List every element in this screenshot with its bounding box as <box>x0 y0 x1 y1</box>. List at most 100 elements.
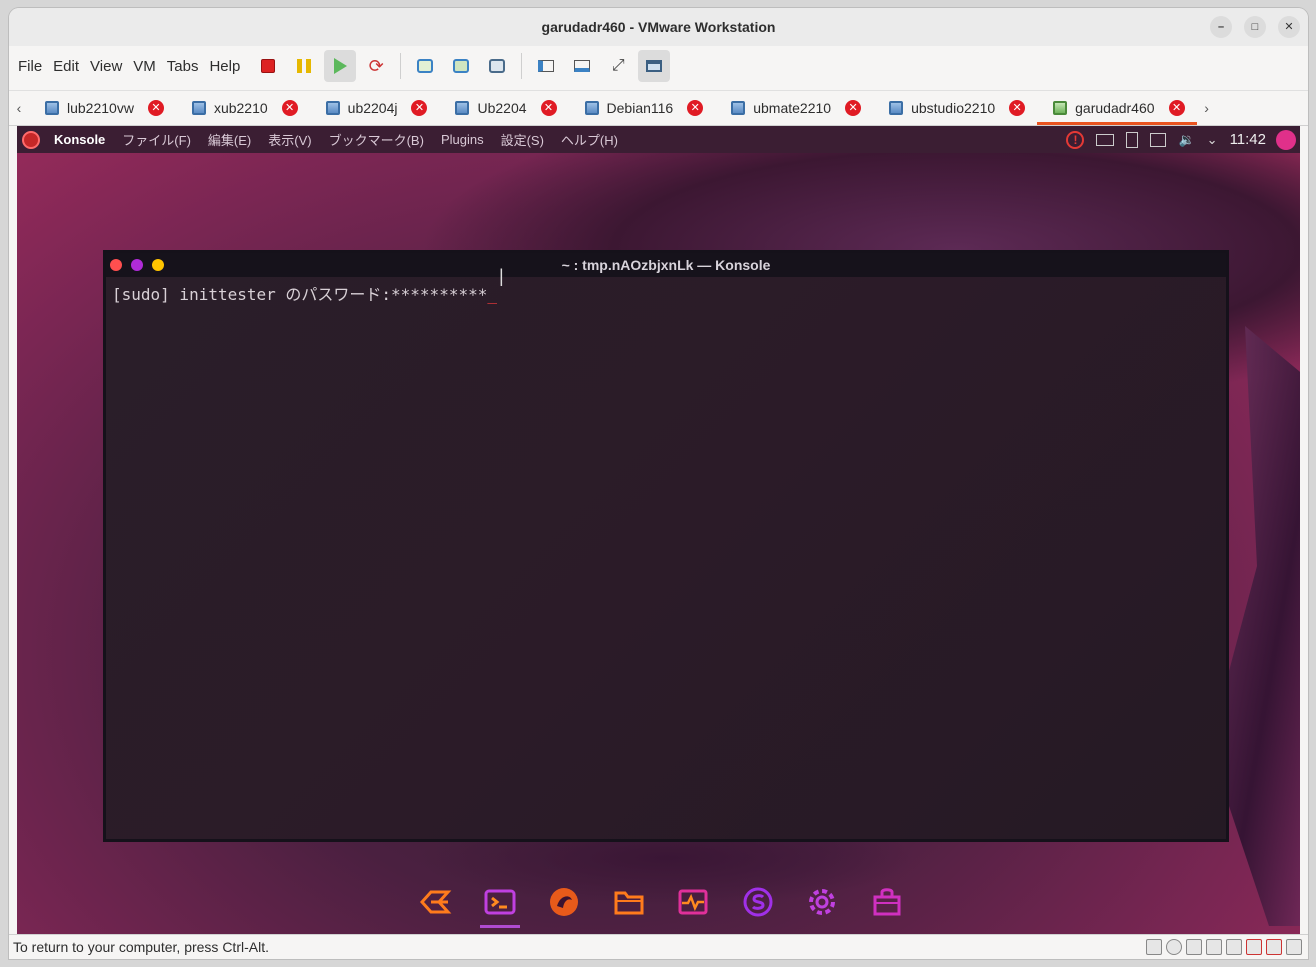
guest-dock <box>403 876 919 928</box>
vm-display[interactable]: Konsole ファイル(F) 編集(E) 表示(V) ブックマーク(B) Pl… <box>17 126 1300 934</box>
printer-icon[interactable] <box>1206 939 1222 955</box>
snapshot-button[interactable] <box>409 50 441 82</box>
dock-item-monitor[interactable] <box>671 878 715 926</box>
keyboard-icon[interactable] <box>1096 133 1115 146</box>
full-screen-button[interactable]: ⤢ <box>602 50 634 82</box>
tab-label: Debian116 <box>606 100 674 116</box>
unity-button[interactable] <box>638 50 671 82</box>
tab-scroll-left[interactable]: ‹ <box>9 100 29 116</box>
vmware-window: garudadr460 - VMware Workstation – □ ✕ F… <box>9 8 1308 959</box>
konsole-window[interactable]: ~ : tmp.nAOzbjxnLk — Konsole [sudo] init… <box>103 250 1229 842</box>
snapshot-manager-icon <box>489 59 506 73</box>
close-button[interactable]: ✕ <box>1278 16 1300 38</box>
maximize-dot-icon[interactable] <box>131 259 143 271</box>
tab-close-icon[interactable]: ✕ <box>1009 100 1026 116</box>
snapshot-manager-button[interactable] <box>481 50 513 82</box>
guest-menu-file[interactable]: ファイル(F) <box>122 130 191 149</box>
tab-vm[interactable]: xub2210 ✕ <box>176 91 310 125</box>
reset-button[interactable]: ⟳ <box>360 50 392 82</box>
close-dot-icon[interactable] <box>110 259 122 271</box>
guest-clock[interactable]: 11:42 <box>1230 131 1266 148</box>
tab-close-icon[interactable]: ✕ <box>1168 100 1185 116</box>
dock-item-files[interactable] <box>607 878 651 926</box>
update-alert-icon[interactable]: ! <box>1066 130 1085 149</box>
guest-menu-edit[interactable]: 編集(E) <box>208 130 251 149</box>
guest-menu-view[interactable]: 表示(V) <box>268 130 311 149</box>
vm-icon <box>731 101 746 115</box>
menu-view[interactable]: View <box>89 58 131 75</box>
dock-item-store[interactable] <box>736 878 780 926</box>
sound-card-icon[interactable] <box>1226 939 1242 955</box>
power-off-button[interactable] <box>252 50 284 82</box>
toolbar-separator <box>400 53 402 79</box>
vm-icon <box>889 101 904 115</box>
minimize-button[interactable]: – <box>1210 16 1232 38</box>
guest-menu-bookmarks[interactable]: ブックマーク(B) <box>329 130 424 149</box>
tab-vm[interactable]: Debian116 ✕ <box>569 91 716 125</box>
hard-disk-icon[interactable] <box>1146 939 1162 955</box>
guest-menu-plugins[interactable]: Plugins <box>441 132 484 147</box>
tab-label: Ub2204 <box>477 100 527 116</box>
usb-disconnected-icon[interactable] <box>1246 939 1262 955</box>
clipboard-icon[interactable] <box>1126 131 1139 148</box>
menu-edit[interactable]: Edit <box>52 58 88 75</box>
expand-icon: ⤢ <box>611 57 625 74</box>
vm-icon <box>325 101 340 115</box>
tab-close-icon[interactable]: ✕ <box>687 100 704 116</box>
tab-label: ub2204j <box>347 100 398 116</box>
window-controls: – □ ✕ <box>1210 16 1300 38</box>
tab-close-icon[interactable]: ✕ <box>281 100 298 116</box>
tab-close-icon[interactable]: ✕ <box>147 100 164 116</box>
network-adapter-icon[interactable] <box>1186 939 1202 955</box>
maximize-button[interactable]: □ <box>1244 16 1266 38</box>
vm-icon <box>455 101 470 115</box>
menu-file[interactable]: File <box>17 58 51 75</box>
tab-label: garudadr460 <box>1075 100 1155 116</box>
store-icon <box>743 887 773 917</box>
garuda-launcher-icon <box>419 890 452 914</box>
message-log-icon[interactable] <box>1286 939 1302 955</box>
minimize-dot-icon[interactable] <box>152 259 164 271</box>
dock-item-launcher[interactable] <box>413 878 457 926</box>
user-avatar-icon[interactable] <box>1276 129 1296 150</box>
tab-close-icon[interactable]: ✕ <box>411 100 428 116</box>
status-text: To return to your computer, press Ctrl-A… <box>13 939 269 955</box>
tab-vm[interactable]: lub2210vw ✕ <box>29 91 176 125</box>
dock-item-settings[interactable] <box>800 878 844 926</box>
tab-close-icon[interactable]: ✕ <box>845 100 862 116</box>
dock-item-terminal[interactable] <box>478 878 522 928</box>
network-icon[interactable] <box>1150 132 1167 147</box>
konsole-titlebar[interactable]: ~ : tmp.nAOzbjxnLk — Konsole <box>106 253 1226 277</box>
garuda-menu-icon[interactable] <box>22 130 40 149</box>
mouse-ibeam-cursor: | <box>499 266 504 286</box>
revert-snapshot-button[interactable] <box>445 50 477 82</box>
cd-dvd-icon[interactable] <box>1166 939 1182 955</box>
settings-icon <box>809 889 836 915</box>
guest-menu-settings[interactable]: 設定(S) <box>501 130 544 149</box>
terminal-output[interactable]: [sudo] inittester のパスワード:**********_ <box>106 277 1226 839</box>
tray-expand-icon[interactable]: ⌄ <box>1207 132 1218 148</box>
tab-vm[interactable]: ub2204j ✕ <box>310 91 440 125</box>
tab-scroll-right[interactable]: › <box>1197 100 1217 116</box>
menu-tabs[interactable]: Tabs <box>166 58 208 75</box>
show-library-button[interactable] <box>530 50 562 82</box>
suspend-button[interactable] <box>288 50 320 82</box>
volume-icon[interactable]: 🔉 <box>1178 132 1194 148</box>
tab-vm[interactable]: ubstudio2210 ✕ <box>873 91 1037 125</box>
pause-icon <box>297 59 312 73</box>
usb-disconnected-icon[interactable] <box>1266 939 1282 955</box>
package-manager-icon <box>873 888 901 916</box>
menu-help[interactable]: Help <box>208 58 249 75</box>
tab-vm[interactable]: ubmate2210 ✕ <box>715 91 873 125</box>
tab-vm[interactable]: Ub2204 ✕ <box>439 91 568 125</box>
show-thumbnails-button[interactable] <box>566 50 598 82</box>
menu-vm[interactable]: VM <box>132 58 165 75</box>
guest-menu-help[interactable]: ヘルプ(H) <box>561 130 618 149</box>
title-bar: garudadr460 - VMware Workstation – □ ✕ <box>9 8 1308 46</box>
power-on-button[interactable] <box>324 50 357 82</box>
tab-close-icon[interactable]: ✕ <box>540 100 557 116</box>
dock-item-browser[interactable] <box>542 878 586 926</box>
dock-item-packages[interactable] <box>865 878 909 926</box>
terminal-icon <box>484 889 516 915</box>
tab-vm-active[interactable]: garudadr460 ✕ <box>1037 91 1197 125</box>
